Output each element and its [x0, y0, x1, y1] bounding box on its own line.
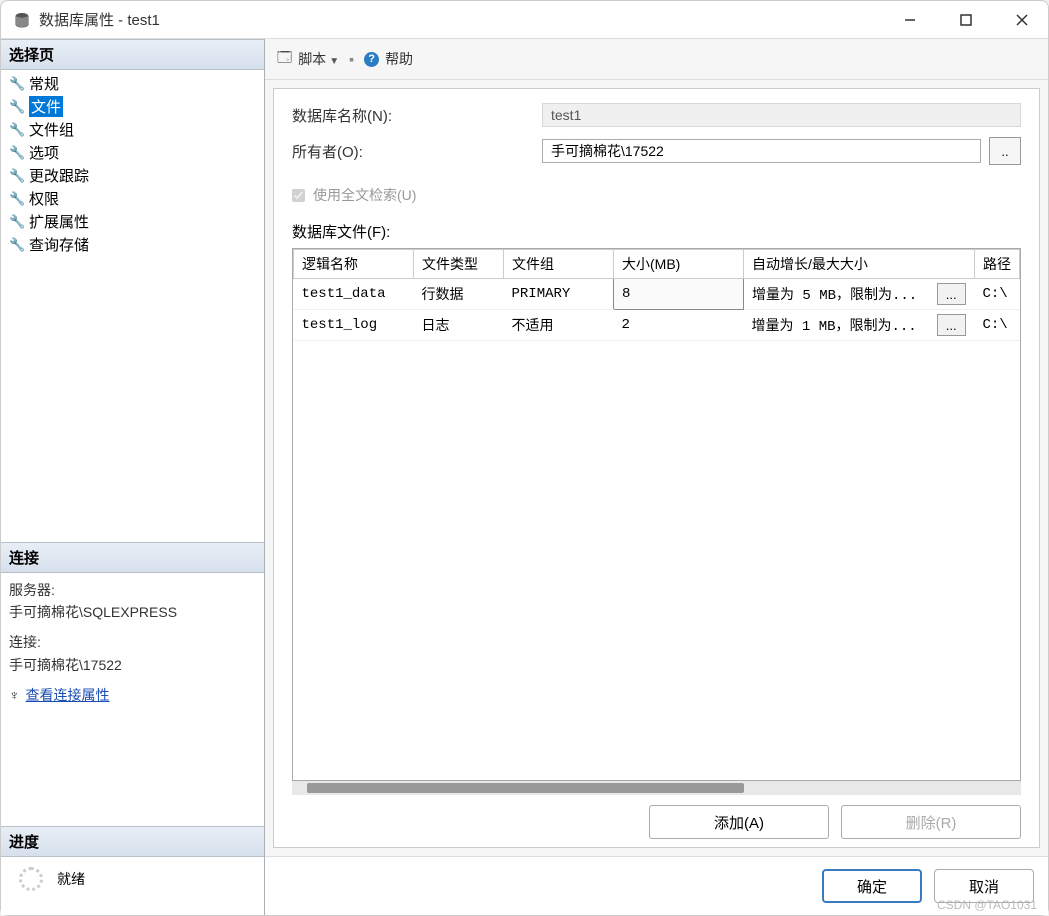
table-row[interactable]: test1_data 行数据 PRIMARY 8 增量为 5 MB，限制为...… [294, 279, 1020, 310]
horizontal-scrollbar[interactable] [292, 781, 1021, 795]
minimize-button[interactable] [896, 6, 924, 34]
wrench-icon: 🔧 [9, 237, 25, 253]
dialog-window: 数据库属性 - test1 选择页 🔧常规 🔧文件 🔧文件组 🔧选项 🔧更改跟踪… [0, 0, 1049, 916]
cell-size[interactable]: 2 [614, 310, 744, 341]
db-name-value: test1 [542, 103, 1021, 127]
wrench-icon: 🔧 [9, 168, 25, 184]
wrench-icon: 🔧 [9, 191, 25, 207]
nav-list: 🔧常规 🔧文件 🔧文件组 🔧选项 🔧更改跟踪 🔧权限 🔧扩展属性 🔧查询存储 [1, 70, 264, 258]
sidebar-item-filegroups[interactable]: 🔧文件组 [1, 118, 264, 141]
cell-autogrow: 增量为 1 MB，限制为... [744, 310, 929, 341]
col-path[interactable]: 路径 [974, 250, 1019, 279]
select-page-header: 选择页 [1, 39, 264, 70]
cell-file-type: 行数据 [414, 279, 504, 310]
connection-value: 手可摘棉花\17522 [9, 654, 256, 676]
db-files-label: 数据库文件(F): [292, 221, 1021, 242]
col-logical-name[interactable]: 逻辑名称 [294, 250, 414, 279]
window-controls [896, 6, 1036, 34]
progress-section: 就绪 [1, 857, 264, 915]
sidebar-item-change-tracking[interactable]: 🔧更改跟踪 [1, 164, 264, 187]
maximize-button[interactable] [952, 6, 980, 34]
cell-logical-name: test1_log [294, 310, 414, 341]
cell-size[interactable]: 8 [614, 279, 744, 310]
ok-button[interactable]: 确定 [822, 869, 922, 903]
table-row[interactable]: test1_log 日志 不适用 2 增量为 1 MB，限制为... ... C… [294, 310, 1020, 341]
wrench-icon: 🔧 [9, 122, 25, 138]
db-files-table[interactable]: 逻辑名称 文件类型 文件组 大小(MB) 自动增长/最大大小 路径 test1_… [293, 249, 1020, 341]
wrench-icon: 🔧 [9, 99, 25, 115]
sidebar-item-extended-props[interactable]: 🔧扩展属性 [1, 210, 264, 233]
progress-header: 进度 [1, 826, 264, 857]
sidebar-item-options[interactable]: 🔧选项 [1, 141, 264, 164]
db-files-table-wrap: 逻辑名称 文件类型 文件组 大小(MB) 自动增长/最大大小 路径 test1_… [292, 248, 1021, 781]
cell-path: C:\ [974, 279, 1019, 310]
help-icon: ? [364, 52, 379, 67]
scrollbar-thumb[interactable] [307, 783, 744, 793]
fulltext-checkbox [292, 189, 305, 202]
wrench-icon: 🔧 [9, 214, 25, 230]
cancel-button[interactable]: 取消 [934, 869, 1034, 903]
sidebar-item-query-store[interactable]: 🔧查询存储 [1, 233, 264, 256]
server-label: 服务器: [9, 579, 256, 601]
help-link[interactable]: 帮助 [385, 49, 413, 69]
main-panel: 🗔 脚本 ▪ ? 帮助 数据库名称(N): test1 所有者(O): .. [265, 39, 1048, 915]
autogrow-edit-button[interactable]: ... [937, 314, 966, 336]
dialog-buttons: 确定 取消 [265, 856, 1048, 915]
toolbar: 🗔 脚本 ▪ ? 帮助 [265, 39, 1048, 80]
cell-logical-name: test1_data [294, 279, 414, 310]
database-icon [13, 11, 31, 29]
progress-ring-icon [19, 867, 43, 891]
view-connection-props-label: 查看连接属性 [26, 684, 110, 706]
connection-icon: ♆ [9, 684, 20, 706]
sidebar-item-files[interactable]: 🔧文件 [1, 95, 264, 118]
sidebar: 选择页 🔧常规 🔧文件 🔧文件组 🔧选项 🔧更改跟踪 🔧权限 🔧扩展属性 🔧查询… [1, 39, 265, 915]
autogrow-edit-button[interactable]: ... [937, 283, 966, 305]
script-dropdown[interactable]: 脚本 [298, 49, 339, 69]
server-value: 手可摘棉花\SQLEXPRESS [9, 601, 256, 623]
connection-label: 连接: [9, 631, 256, 653]
cell-file-type: 日志 [414, 310, 504, 341]
sidebar-item-general[interactable]: 🔧常规 [1, 72, 264, 95]
db-name-label: 数据库名称(N): [292, 105, 542, 126]
titlebar: 数据库属性 - test1 [1, 1, 1048, 39]
owner-browse-button[interactable]: .. [989, 137, 1021, 165]
progress-status: 就绪 [57, 869, 85, 889]
window-title: 数据库属性 - test1 [39, 9, 896, 30]
col-file-type[interactable]: 文件类型 [414, 250, 504, 279]
col-size[interactable]: 大小(MB) [614, 250, 744, 279]
col-filegroup[interactable]: 文件组 [504, 250, 614, 279]
separator: ▪ [349, 51, 354, 67]
owner-label: 所有者(O): [292, 141, 542, 162]
wrench-icon: 🔧 [9, 76, 25, 92]
remove-button: 删除(R) [841, 805, 1021, 839]
view-connection-props-link[interactable]: ♆ 查看连接属性 [9, 684, 256, 706]
add-button[interactable]: 添加(A) [649, 805, 829, 839]
connection-section: 服务器: 手可摘棉花\SQLEXPRESS 连接: 手可摘棉花\17522 ♆ … [1, 573, 264, 713]
content-pane: 数据库名称(N): test1 所有者(O): .. 使用全文检索(U) 数据库… [273, 88, 1040, 848]
close-button[interactable] [1008, 6, 1036, 34]
cell-filegroup: PRIMARY [504, 279, 614, 310]
wrench-icon: 🔧 [9, 145, 25, 161]
cell-path: C:\ [974, 310, 1019, 341]
owner-input[interactable] [542, 139, 981, 163]
fulltext-label: 使用全文检索(U) [313, 185, 416, 205]
cell-autogrow: 增量为 5 MB，限制为... [744, 279, 929, 310]
col-autogrow[interactable]: 自动增长/最大大小 [744, 250, 975, 279]
connection-header: 连接 [1, 542, 264, 573]
sidebar-item-permissions[interactable]: 🔧权限 [1, 187, 264, 210]
script-icon: 🗔 [277, 47, 292, 71]
cell-filegroup: 不适用 [504, 310, 614, 341]
